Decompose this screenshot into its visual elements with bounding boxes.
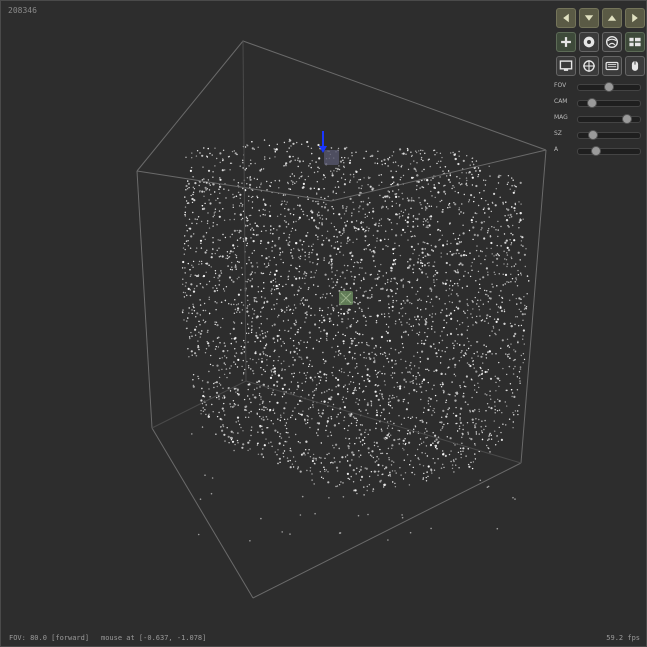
monitor-icon [559,60,573,71]
nav-down-button[interactable] [579,8,599,28]
mag-slider-knob[interactable] [622,114,633,124]
disc-button[interactable] [579,32,599,52]
nav-right-button[interactable] [625,8,645,28]
fov-slider-knob[interactable] [604,82,614,92]
fov-status: FOV: 80.0 [forward] [9,634,90,642]
keyboard-button[interactable] [602,56,622,76]
slider-label-fov: FOV [554,82,567,89]
mouse-status: mouse at [-0.637, -1.078] [101,634,207,642]
arrow-left-icon [563,13,569,23]
disc-icon [583,36,595,48]
cam-slider[interactable] [577,98,641,108]
slider-label-sz: SZ [554,130,562,137]
sz-slider-knob[interactable] [588,130,599,140]
crosshair-icon [583,60,595,72]
focus-marker[interactable] [339,291,353,305]
list-icon [629,37,641,47]
a-slider-knob[interactable] [591,146,601,156]
slider-label-mag: MAG [554,114,568,121]
point-cloud [181,138,530,542]
mag-slider[interactable] [577,114,641,124]
3d-viewport[interactable] [1,1,646,646]
plus-icon [561,37,571,47]
nav-left-button[interactable] [556,8,576,28]
list-view-button[interactable] [625,32,645,52]
sz-slider[interactable] [577,130,641,140]
globe-icon [605,35,619,49]
mouse-icon [631,61,639,71]
nav-up-button[interactable] [602,8,622,28]
add-button[interactable] [556,32,576,52]
point-count: 208346 [8,6,37,15]
crosshair-button[interactable] [579,56,599,76]
cam-slider-knob[interactable] [587,98,598,108]
a-slider[interactable] [577,146,641,156]
monitor-button[interactable] [556,56,576,76]
keyboard-icon [605,61,619,71]
camera-marker[interactable] [319,131,339,165]
fov-slider[interactable] [577,82,641,92]
arrow-up-icon [607,15,617,21]
arrow-right-icon [632,13,638,23]
slider-label-a: A [554,146,559,153]
viewer-window: 208346 FOV CAM MAG SZ A FOV: 80.0 [forwa… [0,0,647,647]
globe-button[interactable] [602,32,622,52]
arrow-down-icon [584,15,594,21]
fps-status: 59.2 fps [606,634,640,642]
mouse-button[interactable] [625,56,645,76]
slider-label-cam: CAM [554,98,568,105]
